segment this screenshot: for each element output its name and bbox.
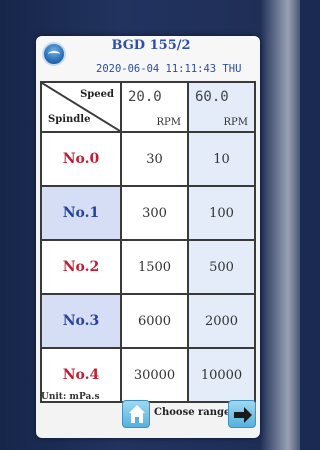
table-row: No.3 6000 2000	[40, 293, 256, 349]
spindle-no3-button[interactable]: No.3	[40, 293, 122, 349]
spindle-no1-button[interactable]: No.1	[40, 185, 122, 241]
table-row: No.1 300 100	[40, 185, 256, 241]
range-cell: 1500	[120, 239, 189, 295]
logo-icon	[42, 42, 66, 66]
datetime-readout: 2020-06-04 11:11:43 THU	[96, 63, 242, 75]
range-cell: 300	[120, 185, 189, 241]
header: BGD 155/2 2020-06-04 11:11:43 THU	[36, 36, 260, 80]
home-button[interactable]	[122, 400, 150, 428]
corner-header-cell: Speed Spindle	[40, 81, 122, 133]
spindle-header-label: Spindle	[48, 114, 91, 125]
spindle-no0-button[interactable]: No.0	[40, 131, 122, 187]
speed-value: 60.0	[195, 89, 229, 105]
table-row: No.2 1500 500	[40, 239, 256, 295]
speed-header-label: Speed	[80, 89, 114, 100]
range-cell: 30	[120, 131, 189, 187]
speed-unit: RPM	[223, 117, 249, 128]
choose-range-next-button[interactable]	[228, 400, 256, 428]
viscosity-range-table: Speed Spindle 20.0 RPM 60.0 RPM No.0 30 …	[40, 81, 256, 403]
range-cell: 10	[187, 131, 256, 187]
table-row: No.0 30 10	[40, 131, 256, 187]
range-cell: 2000	[187, 293, 256, 349]
unit-label: Unit: mPa.s	[41, 392, 100, 402]
device-screen: BGD 155/2 2020-06-04 11:11:43 THU Speed …	[36, 36, 260, 438]
speed-unit: RPM	[156, 117, 182, 128]
speed-column-header-1[interactable]: 20.0 RPM	[120, 81, 189, 133]
choose-range-label: Choose range	[154, 407, 231, 418]
range-cell: 500	[187, 239, 256, 295]
speed-column-header-2[interactable]: 60.0 RPM	[187, 81, 256, 133]
spindle-no2-button[interactable]: No.2	[40, 239, 122, 295]
screen-glare	[260, 0, 300, 450]
table-header-row: Speed Spindle 20.0 RPM 60.0 RPM	[40, 81, 256, 133]
speed-value: 20.0	[128, 89, 162, 105]
range-cell: 6000	[120, 293, 189, 349]
device-title: BGD 155/2	[111, 38, 191, 53]
footer-bar: Unit: mPa.s Choose range	[36, 388, 260, 438]
range-cell: 100	[187, 185, 256, 241]
